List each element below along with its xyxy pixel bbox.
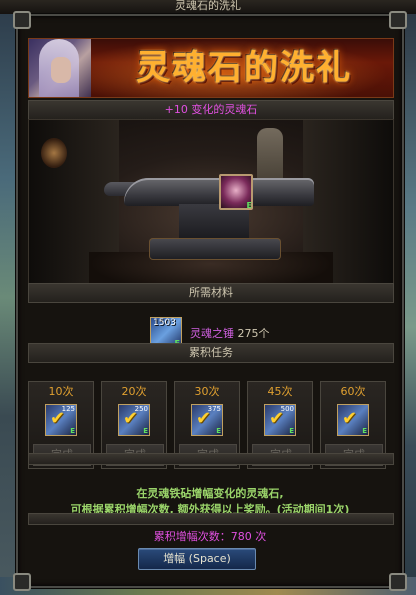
divider <box>28 513 394 525</box>
description-line: 在灵魂铁砧增幅变化的灵魂石, <box>136 487 284 500</box>
frame-corner <box>13 573 31 591</box>
reward-box-icon[interactable]: ✔ 125 E <box>45 404 77 436</box>
item-name-bar: +10 变化的灵魂石 <box>28 100 394 120</box>
frame-corner <box>13 11 31 29</box>
soul-stone-icon[interactable]: E <box>219 174 253 210</box>
total-enhance-count: 累积增幅次数：780 次 <box>153 530 267 543</box>
material-qty: 275个 <box>237 327 270 340</box>
materials-header: 所需材料 <box>28 283 394 303</box>
frame-corner <box>389 573 407 591</box>
divider <box>28 453 394 465</box>
material-stock-count: 1503 <box>153 318 176 328</box>
task-label: 30次 <box>194 385 220 398</box>
window-title: 灵魂石的洗礼 <box>0 0 416 14</box>
task-label: 20次 <box>121 385 147 398</box>
reward-box-icon[interactable]: ✔ E <box>337 404 369 436</box>
task-label: 10次 <box>48 385 74 398</box>
soul-stone-dialog: 灵魂石的洗礼 +10 变化的灵魂石 E 所需材料 1503 E 灵魂之锤 275… <box>13 11 407 591</box>
reward-box-icon[interactable]: ✔ 500 E <box>264 404 296 436</box>
lamp-icon <box>41 138 67 168</box>
enhance-button[interactable]: 增幅 (Space) <box>138 548 256 570</box>
material-name: 灵魂之锤 <box>190 327 234 340</box>
reward-box-icon[interactable]: ✔ 250 E <box>118 404 150 436</box>
reward-box-icon[interactable]: ✔ 375 E <box>191 404 223 436</box>
frame-corner <box>389 11 407 29</box>
task-label: 60次 <box>340 385 366 398</box>
task-label: 45次 <box>267 385 293 398</box>
npc-portrait <box>29 39 91 97</box>
title-banner: 灵魂石的洗礼 <box>28 38 394 98</box>
tasks-header: 累积任务 <box>28 343 394 363</box>
material-label: 灵魂之锤 275个 <box>190 325 270 341</box>
banner-title: 灵魂石的洗礼 <box>136 48 352 88</box>
anvil-scene: E <box>28 119 394 293</box>
